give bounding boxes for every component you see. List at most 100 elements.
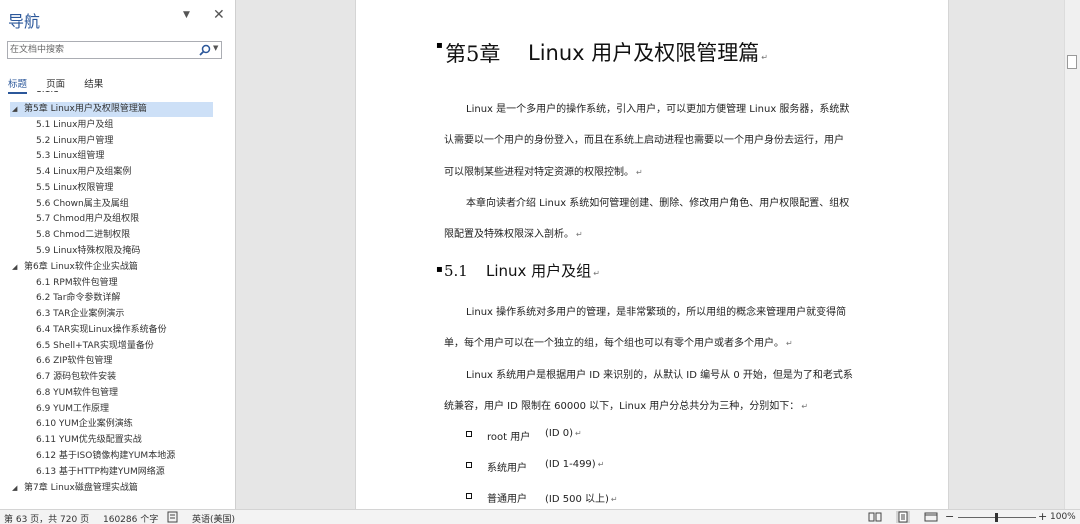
body-text-line: Linux 操作系统对多用户的管理，是非常繁琐的，所以用组的概念来管理用户就变得… [466, 307, 847, 318]
nav-section-item[interactable]: 1.1.1 ··· [36, 91, 70, 98]
nav-item-label: 6.1 RPM软件包管理 [36, 278, 118, 288]
tab-results[interactable]: 结果 [84, 76, 103, 92]
word-count[interactable]: 160286 个字 [103, 512, 158, 524]
nav-section-item[interactable]: 6.13 基于HTTP构建YUM网络源 [36, 465, 165, 480]
nav-item-label: 6.2 Tar命令参数详解 [36, 293, 121, 303]
nav-section-item[interactable]: 6.7 源码包软件安装 [36, 370, 116, 385]
nav-section-item[interactable]: 6.1 RPM软件包管理 [36, 276, 118, 291]
zoom-level[interactable]: 100% [1050, 512, 1076, 522]
nav-section-item[interactable]: 6.6 ZIP软件包管理 [36, 354, 112, 369]
vertical-scrollbar[interactable] [1064, 0, 1080, 509]
nav-item-label: 6.3 TAR企业案例演示 [36, 309, 125, 319]
expand-collapse-icon[interactable]: ◢ [12, 481, 17, 496]
zoom-in-button[interactable]: + [1038, 510, 1047, 523]
nav-chapter-item[interactable]: ◢ 第7章 Linux磁盘管理实战篇 [10, 481, 230, 496]
nav-section-item[interactable]: 6.2 Tar命令参数详解 [36, 291, 120, 306]
search-input[interactable] [10, 43, 195, 57]
nav-item-label: 6.6 ZIP软件包管理 [36, 356, 113, 366]
nav-tabs: 标题 页面 结果 [8, 72, 117, 94]
nav-section-item[interactable]: 5.4 Linux用户及组案例 [36, 165, 131, 180]
nav-section-item[interactable]: 6.8 YUM软件包管理 [36, 386, 118, 401]
nav-options-dropdown-icon[interactable]: ▼ [183, 10, 190, 20]
bullet-square-icon [466, 431, 472, 437]
body-text-line: 单，每个用户可以在一个独立的组，每个组也可以有零个用户或者多个用户。 ↵ [444, 338, 793, 349]
nav-section-item[interactable]: 6.10 YUM企业案例演练 [36, 417, 133, 432]
scrollbar-thumb[interactable] [1067, 55, 1077, 69]
nav-item-label: 6.5 Shell+TAR实现增量备份 [36, 341, 154, 351]
nav-section-item[interactable]: 6.3 TAR企业案例演示 [36, 307, 124, 322]
zoom-slider-thumb[interactable] [995, 513, 998, 522]
body-text-line: Linux 系统用户是根据用户 ID 来识别的，从默认 ID 编号从 0 开始，… [466, 370, 853, 381]
bullet-user-id-range: (ID 500 以上) ↵ [545, 494, 618, 505]
nav-section-item[interactable]: 6.11 YUM优先级配置实战 [36, 433, 142, 448]
nav-item-label: 6.12 基于ISO镜像构建YUM本地源 [36, 451, 176, 461]
nav-item-label: 6.10 YUM企业案例演练 [36, 419, 133, 429]
nav-item-label: 5.9 Linux特殊权限及掩码 [36, 246, 141, 256]
bullet-user-id-range: (ID 1-499) ↵ [545, 459, 605, 470]
expand-collapse-icon[interactable]: ◢ [12, 260, 17, 275]
language-indicator[interactable]: 英语(美国) [192, 512, 235, 524]
print-layout-icon[interactable] [896, 511, 910, 523]
body-text-line: 本章向读者介绍 Linux 系统如何管理创建、删除、修改用户角色、用户权限配置、… [466, 198, 850, 209]
proofing-icon[interactable] [166, 511, 180, 523]
bullet-square-icon [466, 462, 472, 468]
body-text-line: 统兼容，用户 ID 限制在 60000 以下，Linux 用户分总共分为三种，分… [444, 401, 809, 412]
search-options-dropdown-icon[interactable]: ▼ [213, 44, 218, 52]
close-icon[interactable]: ✕ [213, 7, 225, 23]
nav-item-label: 5.7 Chmod用户及组权限 [36, 214, 140, 224]
nav-item-label: 1.1.1 ··· [36, 91, 70, 95]
bullet-user-type: 系统用户 [487, 463, 527, 474]
nav-item-label: 5.8 Chmod二进制权限 [36, 230, 131, 240]
nav-item-label: 6.8 YUM软件包管理 [36, 388, 119, 398]
status-bar: 第 63 页，共 720 页 160286 个字 英语(美国) − + 100% [0, 509, 1080, 524]
chapter-number: 第5章 [445, 42, 501, 66]
body-text-line: 可以限制某些进程对特定资源的权限控制。 ↵ [444, 167, 643, 178]
bullet-square-icon [466, 493, 472, 499]
bullet-user-type: root 用户 [487, 432, 531, 443]
nav-item-label: 第6章 Linux软件企业实战篇 [24, 262, 138, 272]
nav-chapter-item[interactable]: ◢ 第6章 Linux软件企业实战篇 [10, 260, 230, 275]
expand-collapse-icon[interactable]: ◢ [12, 102, 17, 117]
nav-item-label: 5.6 Chown属主及属组 [36, 199, 129, 209]
nav-item-label: 第7章 Linux磁盘管理实战篇 [24, 483, 138, 493]
nav-item-label: 5.3 Linux组管理 [36, 151, 105, 161]
nav-item-label: 5.2 Linux用户管理 [36, 136, 114, 146]
read-mode-icon[interactable] [868, 511, 882, 523]
nav-section-item[interactable]: 6.9 YUM工作原理 [36, 402, 109, 417]
nav-section-item[interactable]: 5.1 Linux用户及组 [36, 118, 113, 133]
search-box: ▼ [7, 41, 222, 59]
nav-section-item[interactable]: 6.12 基于ISO镜像构建YUM本地源 [36, 449, 175, 464]
heading-marker-icon: ▪ [436, 264, 443, 275]
search-icon[interactable] [199, 44, 211, 56]
body-text-line: 认需要以一个用户的身份登入，而且在系统上启动进程也需要以一个用户身份去运行，用户 [444, 135, 844, 146]
heading-marker-icon: ▪ [436, 40, 443, 51]
nav-item-label: 5.1 Linux用户及组 [36, 120, 114, 130]
bullet-user-id-range: (ID 0) ↵ [545, 428, 582, 439]
nav-section-item[interactable]: 5.9 Linux特殊权限及掩码 [36, 244, 140, 259]
headings-tree: 1.1.1 ··· ◢ 第5章 Linux用户及权限管理篇 5.1 Linux用户及组… [0, 91, 235, 497]
nav-section-item[interactable]: 6.5 Shell+TAR实现增量备份 [36, 339, 154, 354]
nav-item-label: 6.11 YUM优先级配置实战 [36, 435, 142, 445]
page-count[interactable]: 第 63 页，共 720 页 [4, 512, 89, 524]
nav-section-item[interactable]: 6.4 TAR实现Linux操作系统备份 [36, 323, 167, 338]
nav-chapter-item[interactable]: ◢ 第5章 Linux用户及权限管理篇 [10, 102, 213, 117]
web-layout-icon[interactable] [924, 511, 938, 523]
navigation-pane: 导航 ▼ ✕ ▼ 标题 页面 结果 1.1.1 ··· ◢ 第5章 Linux用户及… [0, 0, 236, 509]
nav-section-item[interactable]: 5.7 Chmod用户及组权限 [36, 212, 139, 227]
nav-title: 导航 [8, 12, 41, 31]
nav-item-label: 5.5 Linux权限管理 [36, 183, 114, 193]
body-text-line: Linux 是一个多用户的操作系统，引入用户，可以更加方便管理 Linux 服务… [466, 104, 850, 115]
tab-pages[interactable]: 页面 [46, 76, 65, 92]
nav-item-label: 6.13 基于HTTP构建YUM网络源 [36, 467, 165, 477]
nav-item-label: 6.7 源码包软件安装 [36, 372, 117, 382]
nav-item-label: 6.9 YUM工作原理 [36, 404, 110, 414]
nav-section-item[interactable]: 5.2 Linux用户管理 [36, 134, 113, 149]
nav-section-item[interactable]: 5.6 Chown属主及属组 [36, 197, 129, 212]
body-text-line: 限配置及特殊权限深入剖析。 ↵ [444, 229, 583, 240]
section-number: 5.1 [444, 262, 468, 280]
document-page[interactable] [355, 0, 949, 509]
zoom-out-button[interactable]: − [945, 510, 954, 523]
nav-section-item[interactable]: 5.3 Linux组管理 [36, 149, 104, 164]
nav-section-item[interactable]: 5.5 Linux权限管理 [36, 181, 113, 196]
nav-section-item[interactable]: 5.8 Chmod二进制权限 [36, 228, 130, 243]
